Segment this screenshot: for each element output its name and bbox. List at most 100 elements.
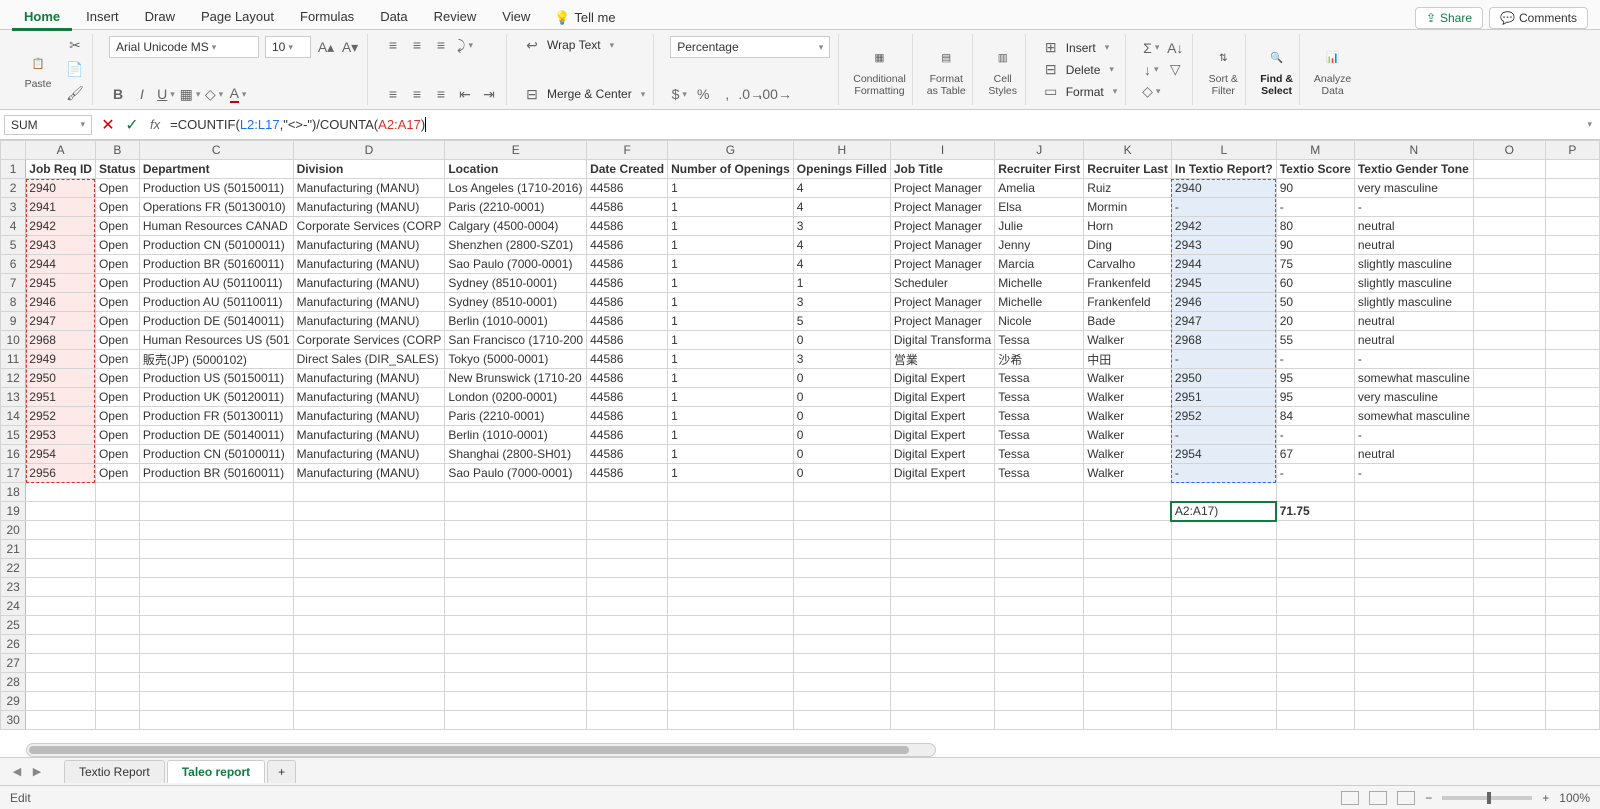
formula-input[interactable]: =COUNTIF(L2:L17,"<>-")/COUNTA(A2:A17)	[166, 115, 1579, 135]
cell[interactable]: Open	[95, 426, 139, 445]
cell[interactable]: Digital Expert	[890, 464, 994, 483]
cell[interactable]	[793, 711, 890, 730]
cell[interactable]: 0	[793, 407, 890, 426]
cell[interactable]	[1276, 540, 1354, 559]
cell[interactable]: 1	[793, 274, 890, 293]
cell[interactable]: Ruiz	[1084, 179, 1172, 198]
cell[interactable]: Bade	[1084, 312, 1172, 331]
cell[interactable]	[1354, 578, 1473, 597]
cell[interactable]: -	[1171, 426, 1276, 445]
cell[interactable]: 0	[793, 369, 890, 388]
cell[interactable]	[1171, 692, 1276, 711]
cell[interactable]	[445, 597, 587, 616]
cell[interactable]: Sydney (8510-0001)	[445, 274, 587, 293]
cell[interactable]: Manufacturing (MANU)	[293, 369, 445, 388]
cell[interactable]	[26, 597, 96, 616]
row-header[interactable]: 11	[1, 350, 26, 369]
row-header[interactable]: 4	[1, 217, 26, 236]
row-header[interactable]: 21	[1, 540, 26, 559]
cell[interactable]: -	[1171, 464, 1276, 483]
cell[interactable]	[95, 635, 139, 654]
cell[interactable]	[139, 502, 293, 521]
cell[interactable]: Sydney (8510-0001)	[445, 293, 587, 312]
cell[interactable]	[445, 483, 587, 502]
cell[interactable]: Production AU (50110011)	[139, 293, 293, 312]
cell[interactable]	[95, 597, 139, 616]
column-header[interactable]: J	[995, 141, 1084, 160]
cell[interactable]	[1084, 654, 1172, 673]
cell[interactable]	[890, 673, 994, 692]
share-button[interactable]: ⇪ Share	[1415, 7, 1483, 29]
ribbon-tab-draw[interactable]: Draw	[133, 5, 187, 31]
cell[interactable]	[293, 673, 445, 692]
row-header[interactable]: 12	[1, 369, 26, 388]
cell[interactable]	[1473, 331, 1545, 350]
cell[interactable]: Manufacturing (MANU)	[293, 445, 445, 464]
cell[interactable]	[793, 673, 890, 692]
cell[interactable]: Production AU (50110011)	[139, 274, 293, 293]
fill-icon[interactable]: ↓▾	[1142, 61, 1160, 79]
cell[interactable]	[1545, 179, 1599, 198]
cell[interactable]: Open	[95, 312, 139, 331]
cell[interactable]: Frankenfeld	[1084, 293, 1172, 312]
cell[interactable]: 1	[668, 198, 794, 217]
cell[interactable]: Human Resources CANAD	[139, 217, 293, 236]
column-header[interactable]: D	[293, 141, 445, 160]
cell[interactable]: Corporate Services (CORP	[293, 217, 445, 236]
cell[interactable]: Project Manager	[890, 255, 994, 274]
cell[interactable]: neutral	[1354, 236, 1473, 255]
cell[interactable]: Project Manager	[890, 236, 994, 255]
cell[interactable]	[668, 692, 794, 711]
wrap-text-button[interactable]: ↩Wrap Text▾	[523, 36, 645, 54]
cell[interactable]: Production BR (50160011)	[139, 464, 293, 483]
cell[interactable]	[1545, 388, 1599, 407]
column-header[interactable]: G	[668, 141, 794, 160]
cell[interactable]: 2956	[26, 464, 96, 483]
zoom-slider[interactable]	[1442, 796, 1532, 800]
cell[interactable]: 沙希	[995, 350, 1084, 369]
cell[interactable]: Manufacturing (MANU)	[293, 388, 445, 407]
cell[interactable]: 84	[1276, 407, 1354, 426]
cell[interactable]: 2952	[1171, 407, 1276, 426]
cell[interactable]: Production CN (50100011)	[139, 445, 293, 464]
cell[interactable]	[1545, 293, 1599, 312]
cell[interactable]: Mormin	[1084, 198, 1172, 217]
cell[interactable]	[1473, 198, 1545, 217]
cell[interactable]	[1473, 654, 1545, 673]
cell[interactable]: 1	[668, 293, 794, 312]
cell[interactable]: Open	[95, 293, 139, 312]
cell[interactable]	[139, 654, 293, 673]
cell[interactable]: 3	[793, 350, 890, 369]
row-header[interactable]: 18	[1, 483, 26, 502]
cell[interactable]: Sao Paulo (7000-0001)	[445, 464, 587, 483]
fx-icon[interactable]: fx	[150, 117, 160, 132]
cell[interactable]	[1171, 597, 1276, 616]
cell[interactable]	[1473, 236, 1545, 255]
cell[interactable]	[1354, 540, 1473, 559]
cell[interactable]	[587, 483, 668, 502]
cell[interactable]: Digital Expert	[890, 369, 994, 388]
cell[interactable]: Digital Expert	[890, 407, 994, 426]
cell[interactable]: Tessa	[995, 407, 1084, 426]
cell[interactable]	[890, 635, 994, 654]
cell[interactable]: 44586	[587, 369, 668, 388]
cell[interactable]	[293, 692, 445, 711]
underline-icon[interactable]: U▾	[157, 85, 175, 103]
sort-az-icon[interactable]: A↓	[1166, 39, 1184, 57]
cell[interactable]	[1084, 616, 1172, 635]
cell[interactable]	[1473, 407, 1545, 426]
ribbon-tab-home[interactable]: Home	[12, 5, 72, 31]
cell[interactable]: slightly masculine	[1354, 293, 1473, 312]
cell[interactable]: 2943	[26, 236, 96, 255]
cell[interactable]	[95, 654, 139, 673]
cell[interactable]: 44586	[587, 179, 668, 198]
cell[interactable]	[995, 711, 1084, 730]
cell[interactable]	[995, 673, 1084, 692]
cell[interactable]	[1473, 445, 1545, 464]
cell[interactable]: 2950	[1171, 369, 1276, 388]
cell[interactable]	[1354, 521, 1473, 540]
cell[interactable]: Direct Sales (DIR_SALES)	[293, 350, 445, 369]
column-header[interactable]: O	[1473, 141, 1545, 160]
page-break-view-icon[interactable]	[1397, 791, 1415, 805]
cell[interactable]: 2954	[26, 445, 96, 464]
